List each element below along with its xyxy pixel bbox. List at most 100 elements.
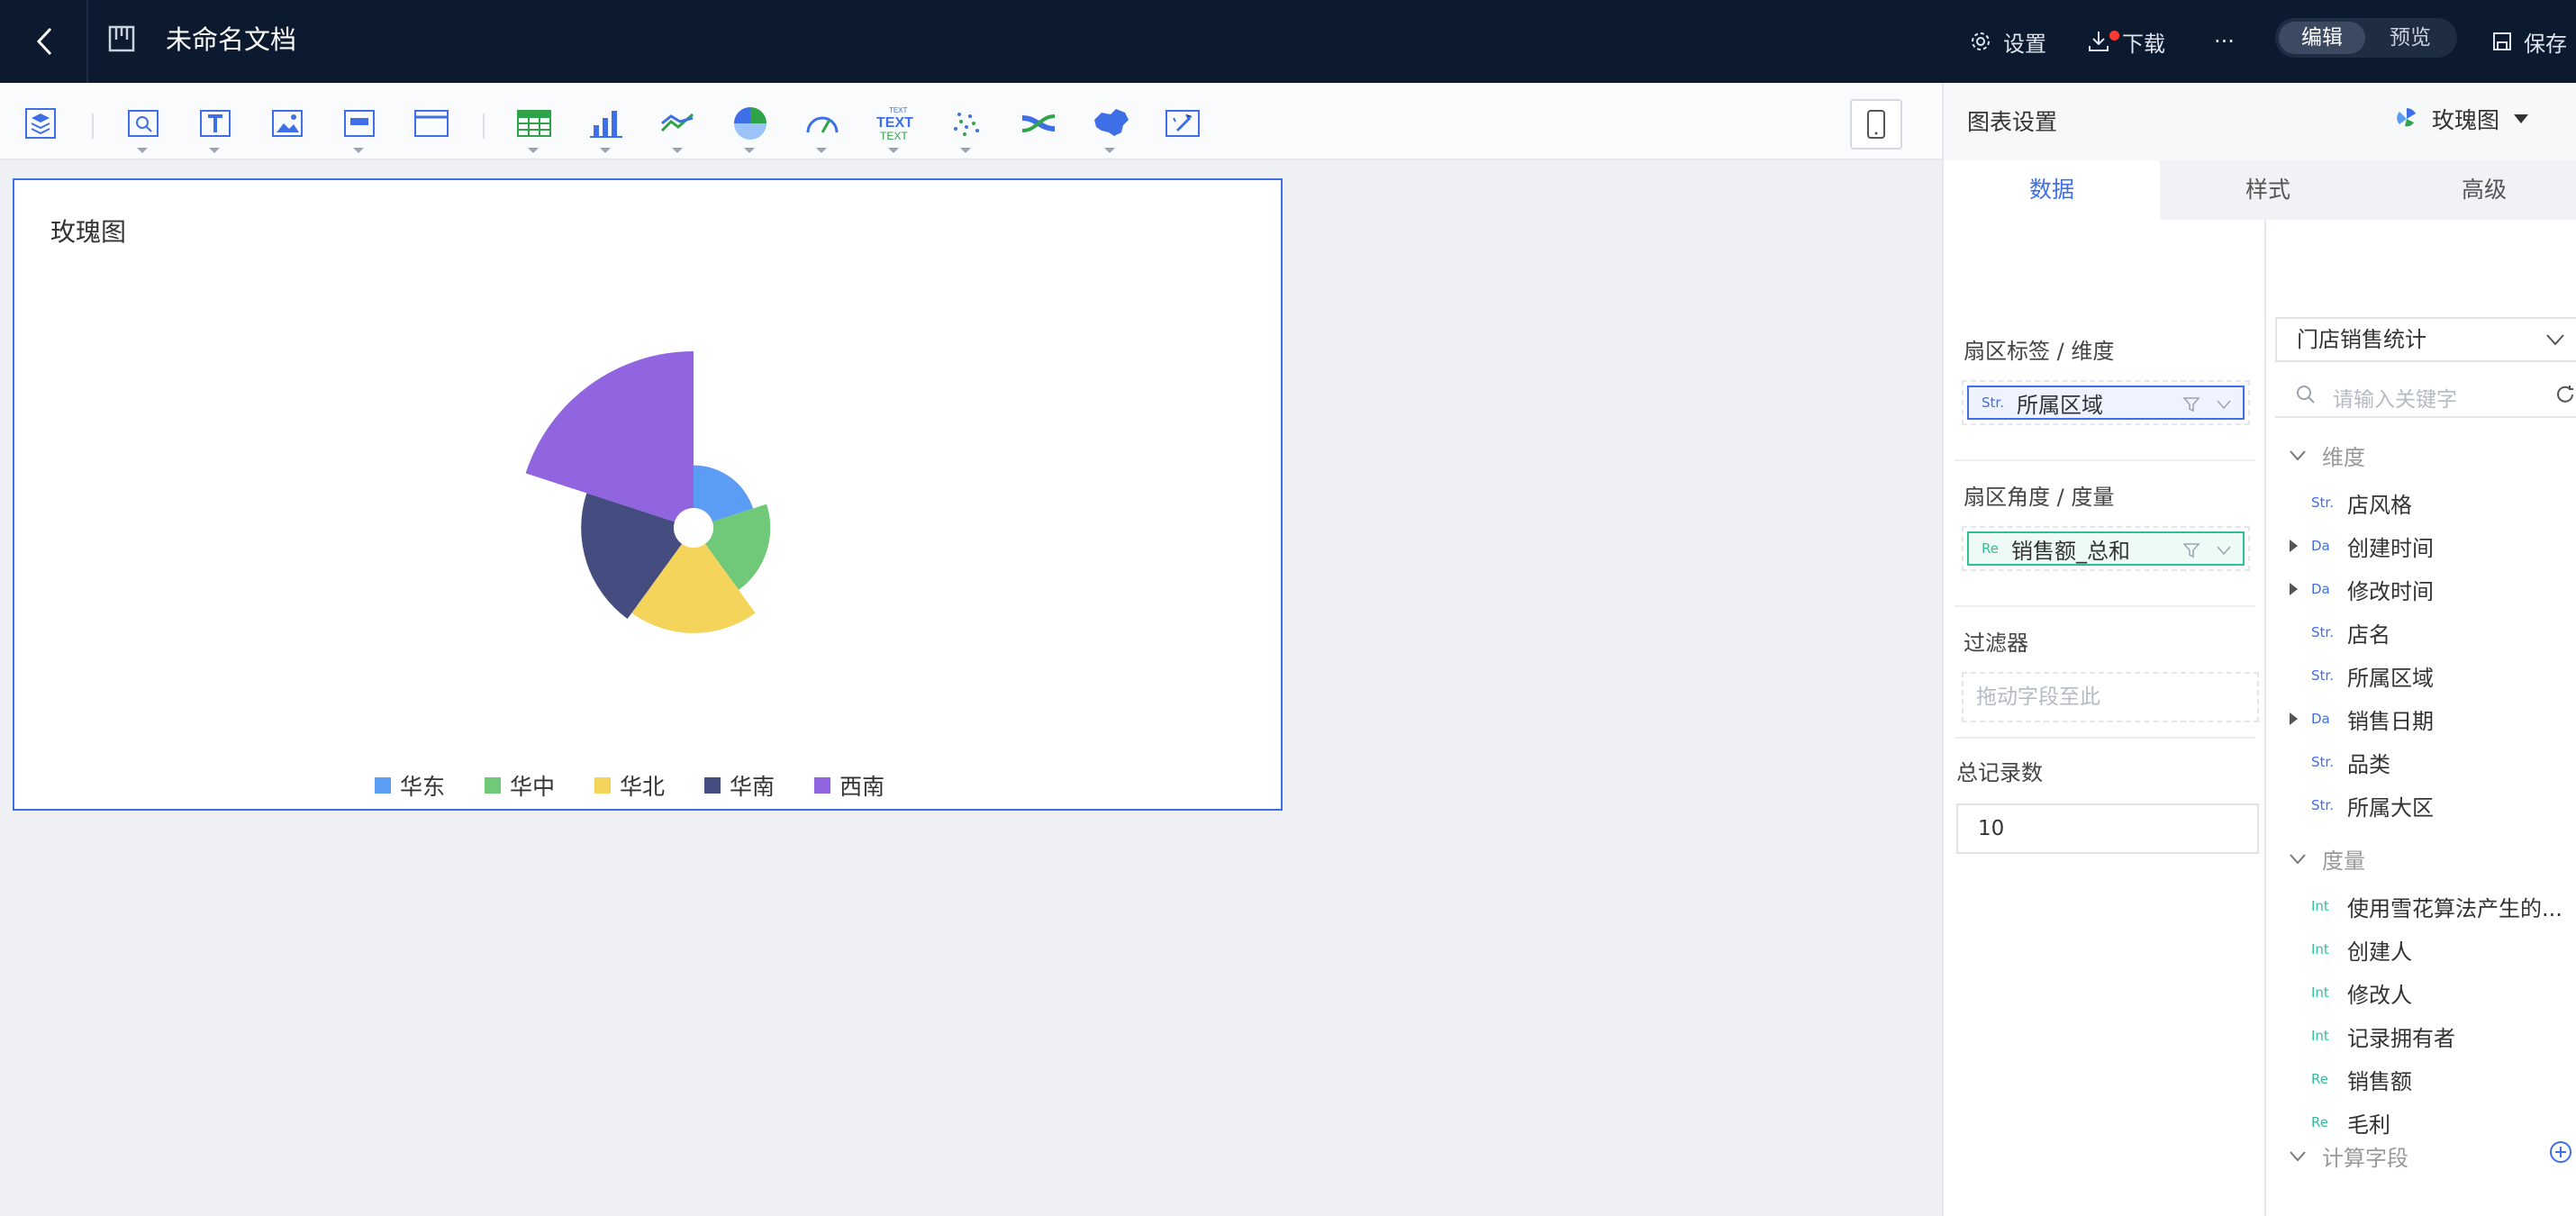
bar-chart-tool[interactable] [584, 101, 629, 153]
bar-chart-icon [590, 111, 622, 138]
field-type-tag: Da [2311, 711, 2330, 727]
dataset-select[interactable]: 门店销售统计 [2275, 317, 2576, 362]
measure-group[interactable]: 度量 [2288, 843, 2365, 875]
tab-advanced[interactable]: 高级 [2376, 160, 2576, 220]
field-label: 创建时间 [2347, 535, 2434, 561]
field-label: 毛利 [2347, 1112, 2390, 1138]
calculated-field-group[interactable]: 计算字段 [2288, 1140, 2408, 1172]
filter-section-title: 过滤器 [1964, 631, 2028, 656]
table-tool[interactable] [512, 101, 557, 153]
chart-type-label: 玫瑰图 [2432, 107, 2500, 133]
chevron-down-icon [353, 148, 364, 153]
chevron-down-icon [744, 148, 755, 153]
rose-slice-5[interactable] [525, 351, 694, 522]
dimension-field-pill[interactable]: Str. 所属区域 [1967, 386, 2245, 420]
measure-item[interactable]: Re 销售额 [2311, 1061, 2412, 1097]
gauge-tool[interactable] [800, 101, 845, 153]
measure-item[interactable]: Int 修改人 [2311, 975, 2412, 1011]
text-tool[interactable] [193, 101, 238, 153]
field-type-tag: Str. [2311, 754, 2334, 770]
record-count-input[interactable]: 10 [1956, 803, 2259, 854]
magic-tool[interactable] [1160, 101, 1205, 146]
window-icon [414, 110, 449, 137]
text-card-tool[interactable]: TEXT TEXT TEXT [872, 101, 917, 153]
dimension-group[interactable]: 维度 [2288, 440, 2365, 471]
chevron-down-icon [2290, 853, 2306, 865]
container-icon [344, 110, 375, 137]
pie-chart-tool[interactable] [728, 101, 773, 153]
add-icon[interactable] [2549, 1140, 2572, 1164]
tab-style[interactable]: 样式 [2160, 160, 2376, 220]
measure-item[interactable]: Int 记录拥有者 [2311, 1018, 2455, 1054]
mode-preview-tab[interactable]: 预览 [2367, 22, 2454, 54]
dimension-item[interactable]: Str. 所属大区 [2311, 787, 2434, 823]
chevron-down-icon [888, 148, 899, 153]
section-divider [1955, 737, 2255, 739]
chevron-down-icon [209, 148, 220, 153]
container-tool[interactable] [337, 101, 382, 153]
mobile-preview-button[interactable] [1850, 99, 1902, 150]
legend-item[interactable]: 华南 [704, 769, 775, 802]
measure-item[interactable]: Int 使用雪花算法产生的... [2311, 888, 2562, 924]
chevron-down-icon [2290, 1150, 2306, 1162]
dimension-section-title: 扇区标签 / 维度 [1964, 339, 2115, 364]
download-button[interactable]: 下载 [2086, 22, 2165, 61]
save-label: 保存 [2524, 31, 2567, 57]
legend-item[interactable]: 华北 [594, 769, 665, 802]
dimension-dropzone[interactable]: Str. 所属区域 [1962, 380, 2250, 425]
legend-item[interactable]: 华东 [375, 769, 445, 802]
gauge-icon [806, 116, 839, 133]
svg-text:TEXT: TEXT [880, 130, 908, 142]
count-section-title: 总记录数 [1956, 760, 2043, 785]
field-search[interactable]: 请输入关键字 [2275, 371, 2576, 418]
field-config-column: 扇区标签 / 维度 Str. 所属区域 扇区角度 / 度量 Re 销售额_总和 [1944, 220, 2266, 1216]
filter-icon [2182, 397, 2200, 413]
dimension-item[interactable]: Str. 店风格 [2311, 485, 2412, 521]
document-title[interactable]: 未命名文档 [166, 22, 296, 58]
layers-icon [25, 108, 56, 139]
measure-item[interactable]: Re 毛利 [2311, 1104, 2390, 1140]
measure-dropzone[interactable]: Re 销售额_总和 [1962, 526, 2250, 571]
more-button[interactable]: ··· [2214, 22, 2235, 61]
caret-right-icon[interactable] [2290, 712, 2298, 725]
mode-switch[interactable]: 编辑 预览 [2275, 18, 2457, 58]
table-icon [517, 110, 551, 137]
measure-field-pill[interactable]: Re 销售额_总和 [1967, 531, 2245, 566]
back-button[interactable] [25, 22, 65, 61]
save-button[interactable]: 保存 [2491, 22, 2567, 61]
caret-right-icon[interactable] [2290, 540, 2298, 552]
legend-item[interactable]: 西南 [814, 769, 884, 802]
field-label: 店风格 [2347, 492, 2412, 518]
dimension-item[interactable]: Da 修改时间 [2290, 571, 2434, 607]
query-tool[interactable] [121, 101, 166, 153]
sankey-tool[interactable] [1016, 101, 1061, 146]
scatter-tool[interactable] [944, 101, 989, 153]
layer-tool[interactable] [18, 101, 63, 146]
scatter-icon [954, 113, 979, 136]
download-label: 下载 [2122, 31, 2165, 57]
legend-label: 西南 [839, 774, 885, 800]
mode-edit-tab[interactable]: 编辑 [2279, 22, 2365, 54]
measure-item[interactable]: Int 创建人 [2311, 931, 2412, 967]
map-tool[interactable] [1088, 101, 1133, 153]
tab-data[interactable]: 数据 [1944, 160, 2160, 220]
tab-container-tool[interactable] [409, 101, 454, 146]
chevron-down-icon [2217, 400, 2231, 410]
settings-button[interactable]: 设置 [1969, 22, 2046, 61]
text-icon [200, 110, 231, 137]
filter-dropzone[interactable]: 拖动字段至此 [1962, 672, 2259, 722]
dimension-item[interactable]: Str. 品类 [2311, 744, 2390, 780]
caret-right-icon[interactable] [2290, 583, 2298, 595]
rose-chart-widget[interactable]: 玫瑰图 华东 华中 华北 华南 西南 [13, 178, 1283, 811]
image-tool[interactable] [265, 101, 310, 146]
chart-type-select[interactable]: 玫瑰图 [2394, 103, 2530, 135]
chart-legend: 华东 华中 华北 华南 西南 [375, 769, 884, 802]
dimension-item[interactable]: Str. 店名 [2311, 614, 2390, 650]
canvas[interactable]: 玫瑰图 华东 华中 华北 华南 西南 [0, 160, 1942, 1216]
legend-item[interactable]: 华中 [485, 769, 555, 802]
dimension-item[interactable]: Da 销售日期 [2290, 701, 2434, 737]
field-type-tag: Re [1982, 540, 1999, 557]
dimension-item[interactable]: Da 创建时间 [2290, 528, 2434, 564]
dimension-item[interactable]: Str. 所属区域 [2311, 658, 2434, 694]
line-chart-tool[interactable] [656, 101, 701, 153]
